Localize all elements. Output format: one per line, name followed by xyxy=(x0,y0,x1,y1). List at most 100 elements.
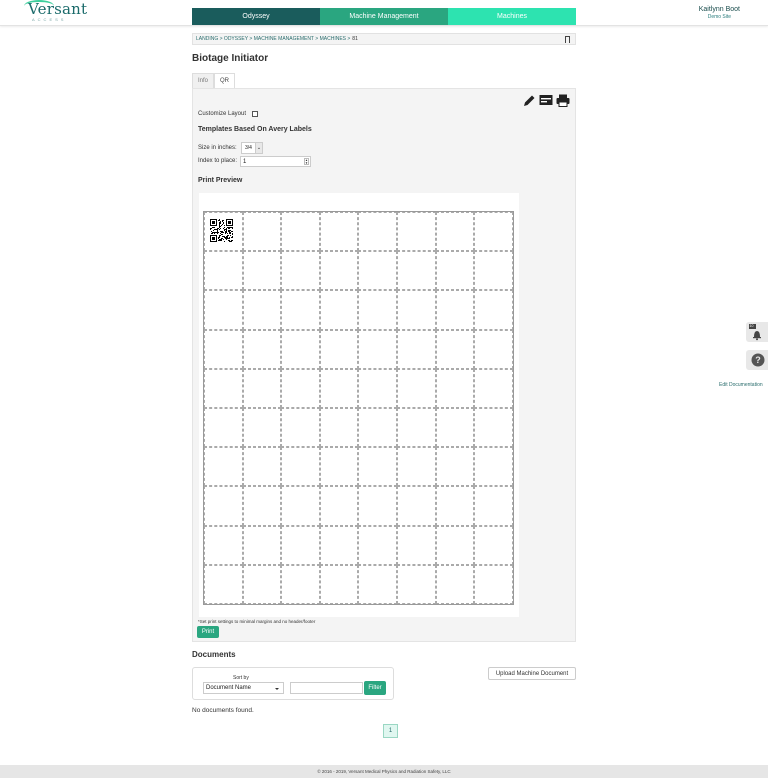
svg-text:?: ? xyxy=(755,355,761,365)
label-cell xyxy=(242,525,282,565)
page-1-button[interactable]: 1 xyxy=(383,724,398,738)
nav-machines[interactable]: Machines xyxy=(448,8,576,25)
documents-title: Documents xyxy=(192,650,236,659)
page-title: Biotage Initiator xyxy=(192,53,269,64)
breadcrumb-path[interactable]: LANDING > ODYSSEY > MACHINE MANAGEMENT >… xyxy=(196,36,350,42)
label-cell xyxy=(319,525,359,565)
notifications-button[interactable]: 10 xyxy=(746,322,768,342)
filter-input[interactable] xyxy=(290,682,363,694)
breadcrumb: LANDING > ODYSSEY > MACHINE MANAGEMENT >… xyxy=(192,33,576,45)
customize-layout-checkbox[interactable] xyxy=(252,111,258,117)
panel-tools xyxy=(523,94,570,107)
logo[interactable]: Versant ACCESS xyxy=(24,0,87,22)
preview-heading: Print Preview xyxy=(198,177,243,184)
label-cell xyxy=(281,212,320,252)
main-nav: Odyssey Machine Management Machines xyxy=(192,8,576,25)
index-input[interactable]: 1 ▲ ▼ xyxy=(240,156,311,167)
label-cell xyxy=(435,368,475,408)
label-cell xyxy=(281,564,320,604)
caret-down-icon xyxy=(275,688,279,690)
label-cell xyxy=(396,447,436,487)
footer: © 2016 - 2019, Versant Medical Physics a… xyxy=(0,765,768,778)
help-icon: ? xyxy=(751,353,765,367)
label-cell xyxy=(474,329,513,369)
label-cell xyxy=(204,564,243,604)
label-cell xyxy=(396,407,436,448)
user-name: Kaitlynn Boot xyxy=(698,6,740,13)
label-cell xyxy=(319,329,359,369)
label-cell xyxy=(358,447,397,487)
sort-select[interactable]: Document Name xyxy=(203,682,284,694)
label-cell xyxy=(358,290,397,330)
label-cell xyxy=(204,290,243,330)
label-cell xyxy=(319,212,359,252)
sort-by-label: Sort by xyxy=(233,675,249,681)
logo-swoosh xyxy=(24,0,54,12)
label-cell xyxy=(204,447,243,487)
label-cell xyxy=(204,407,243,448)
qr-panel: Customize Layout Templates Based On Aver… xyxy=(192,88,576,642)
id-card-icon[interactable] xyxy=(539,94,553,106)
label-cell xyxy=(242,564,282,604)
stepper-icon[interactable]: ▲ ▼ xyxy=(304,158,309,165)
label-cell xyxy=(396,564,436,604)
help-button[interactable]: ? xyxy=(746,350,768,370)
upload-document-button[interactable]: Upload Machine Document xyxy=(488,667,576,680)
nav-machine-management[interactable]: Machine Management xyxy=(320,8,448,25)
tab-bar: Info QR xyxy=(192,73,236,88)
label-cell xyxy=(281,368,320,408)
label-cell xyxy=(358,525,397,565)
label-cell xyxy=(435,486,475,526)
label-cell xyxy=(319,290,359,330)
label-cell xyxy=(319,251,359,291)
size-value: 3/4 xyxy=(245,145,252,151)
label-cell xyxy=(435,251,475,291)
label-cell xyxy=(204,368,243,408)
label-cell xyxy=(242,212,282,252)
label-cell xyxy=(435,329,475,369)
label-cell xyxy=(474,368,513,408)
label-cell xyxy=(242,407,282,448)
top-bar: Versant ACCESS Odyssey Machine Managemen… xyxy=(0,0,768,26)
label-cell xyxy=(204,251,243,291)
label-cell xyxy=(242,329,282,369)
label-cell xyxy=(474,447,513,487)
pencil-icon[interactable] xyxy=(523,94,536,107)
label-cell xyxy=(396,486,436,526)
label-cell xyxy=(396,290,436,330)
label-cell xyxy=(358,212,397,252)
label-cell xyxy=(319,564,359,604)
label-cell xyxy=(396,329,436,369)
label-cell xyxy=(242,447,282,487)
label-cell xyxy=(319,368,359,408)
label-cell xyxy=(242,486,282,526)
tab-info[interactable]: Info xyxy=(192,73,215,88)
label-cell xyxy=(474,251,513,291)
label-cell xyxy=(358,329,397,369)
user-menu[interactable]: Kaitlynn Boot Demo Site xyxy=(699,6,740,20)
size-select[interactable]: 3/4 ⌄ xyxy=(241,142,263,154)
print-button[interactable]: Print xyxy=(197,626,219,638)
label-cell xyxy=(435,525,475,565)
label-cell xyxy=(242,251,282,291)
printer-icon[interactable] xyxy=(556,94,570,107)
label-cell xyxy=(474,564,513,604)
bookmark-icon[interactable] xyxy=(565,36,570,43)
print-preview xyxy=(199,193,519,617)
filter-button[interactable]: Filter xyxy=(364,681,386,695)
label-cell xyxy=(358,368,397,408)
label-cell xyxy=(474,290,513,330)
label-cell xyxy=(358,486,397,526)
print-note: *Set print settings to minimal margins a… xyxy=(198,619,316,624)
label-cell xyxy=(319,447,359,487)
label-cell xyxy=(435,564,475,604)
label-cell xyxy=(396,251,436,291)
tab-qr[interactable]: QR xyxy=(214,73,236,88)
label-cell xyxy=(242,290,282,330)
notification-count: 10 xyxy=(749,324,754,328)
nav-odyssey[interactable]: Odyssey xyxy=(192,8,320,25)
label-cell xyxy=(358,407,397,448)
edit-documentation-link[interactable]: Edit Documentation xyxy=(719,382,763,388)
label-cell xyxy=(204,329,243,369)
label-cell xyxy=(435,447,475,487)
